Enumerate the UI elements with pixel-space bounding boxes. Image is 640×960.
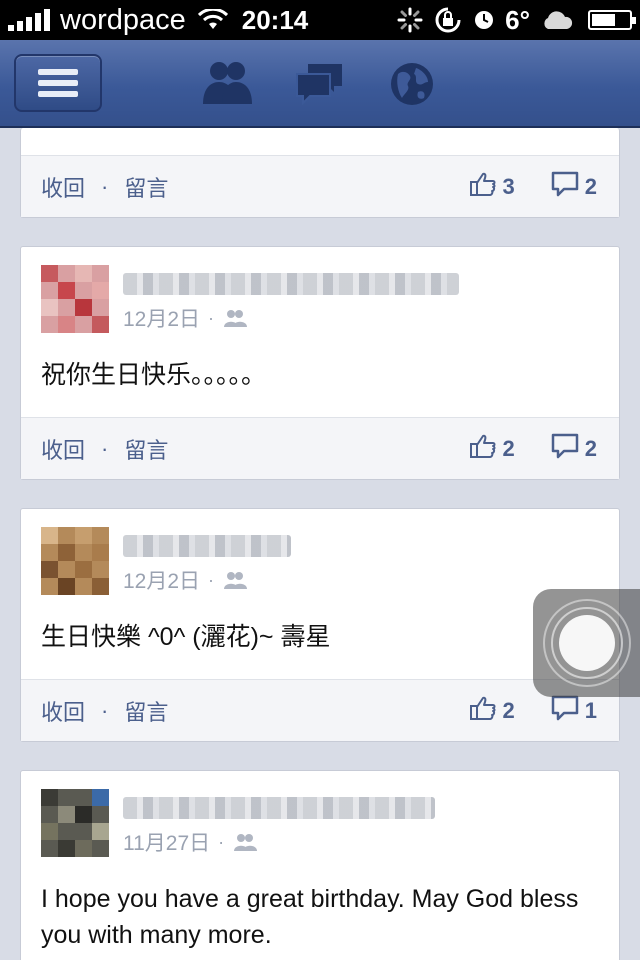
- post-text: I hope you have a great birthday. May Go…: [41, 885, 579, 949]
- messages-button[interactable]: [294, 60, 346, 106]
- status-bar: wordpace 20:14 6°: [0, 0, 640, 40]
- wifi-icon: [197, 9, 228, 29]
- comment-link[interactable]: 留言: [124, 171, 168, 203]
- assistive-touch-button[interactable]: [533, 589, 640, 697]
- author-name-redacted[interactable]: [123, 273, 459, 295]
- avatar[interactable]: [41, 789, 109, 857]
- battery-icon: [588, 10, 636, 30]
- post-header: 11月27日 ·: [41, 789, 601, 859]
- comment-count: 2: [584, 174, 597, 199]
- post-header: 12月2日 ·: [41, 527, 601, 597]
- rotation-lock-icon: [435, 7, 461, 33]
- comment-button[interactable]: [551, 695, 579, 727]
- thumbs-up-icon: [469, 172, 495, 196]
- post-actions-bar: 收回 · 留言 3 2: [21, 155, 619, 217]
- top-navigation-bar: [0, 40, 640, 128]
- author-name-redacted[interactable]: [123, 797, 435, 819]
- hide-link[interactable]: 收回: [41, 433, 85, 465]
- separator-dot: ·: [101, 173, 109, 199]
- thumbs-up-icon: [469, 434, 495, 458]
- like-button[interactable]: [469, 695, 497, 727]
- comment-button[interactable]: [551, 171, 579, 203]
- status-time: 20:14: [241, 4, 309, 35]
- separator-dot: ·: [101, 697, 109, 723]
- post-meta: 12月2日 ·: [123, 303, 248, 333]
- alarm-clock-icon: [475, 11, 494, 29]
- comment-button[interactable]: [551, 433, 579, 465]
- post-actions-bar: 收回 · 留言 2 2: [21, 417, 619, 479]
- post-header: 12月2日 ·: [41, 265, 601, 335]
- weather-temperature: 6°: [505, 4, 530, 35]
- carrier-name: wordpace: [60, 3, 186, 36]
- feed-post-card: 收回 · 留言 3 2: [20, 128, 620, 218]
- activity-spinner-icon: [397, 7, 423, 33]
- post-date[interactable]: 12月2日: [123, 303, 200, 333]
- post-date[interactable]: 12月2日: [123, 565, 200, 595]
- friend-requests-button[interactable]: [198, 60, 256, 106]
- friend-requests-icon: [203, 62, 252, 104]
- separator-dot: ·: [208, 569, 215, 590]
- comment-link[interactable]: 留言: [124, 695, 168, 727]
- comment-count: 2: [584, 436, 597, 461]
- post-date[interactable]: 11月27日: [123, 827, 210, 857]
- assistive-touch-icon: [558, 615, 615, 671]
- comment-bubble-icon: [551, 695, 578, 721]
- like-count: 3: [502, 174, 515, 199]
- avatar[interactable]: [41, 265, 109, 333]
- feed-post-card: 11月27日 · I hope you have a great birthda…: [20, 770, 620, 960]
- comment-count: 1: [584, 698, 597, 723]
- author-name-redacted[interactable]: [123, 535, 291, 557]
- post-meta: 12月2日 ·: [123, 565, 248, 595]
- avatar[interactable]: [41, 527, 109, 595]
- like-button[interactable]: [469, 171, 497, 203]
- post-text: 祝你生日快乐。。。。。: [41, 361, 267, 389]
- hide-link[interactable]: 收回: [41, 695, 85, 727]
- separator-dot: ·: [218, 831, 225, 852]
- comment-bubble-icon: [551, 171, 578, 197]
- post-text: 生日快樂 ^0^ (灑花)~ 壽星: [41, 623, 331, 651]
- signal-strength-icon: [8, 9, 50, 31]
- hide-link[interactable]: 收回: [41, 171, 85, 203]
- feed-post-card: 12月2日 · 生日快樂 ^0^ (灑花)~ 壽星 收回 · 留言 2 1: [20, 508, 620, 742]
- separator-dot: ·: [208, 307, 215, 328]
- thumbs-up-icon: [469, 696, 495, 720]
- hamburger-icon: [38, 69, 78, 75]
- separator-dot: ·: [101, 435, 109, 461]
- post-actions-bar: 收回 · 留言 2 1: [21, 679, 619, 741]
- like-button[interactable]: [469, 433, 497, 465]
- menu-button[interactable]: [14, 54, 102, 112]
- friends-audience-icon: [234, 834, 258, 851]
- friends-audience-icon: [224, 572, 248, 589]
- like-count: 2: [502, 698, 515, 723]
- friends-audience-icon: [224, 310, 248, 327]
- post-meta: 11月27日 ·: [123, 827, 258, 857]
- like-count: 2: [502, 436, 515, 461]
- feed-post-card: 12月2日 · 祝你生日快乐。。。。。 收回 · 留言 2 2: [20, 246, 620, 480]
- messages-icon: [296, 64, 342, 106]
- comment-link[interactable]: 留言: [124, 433, 168, 465]
- notifications-button[interactable]: [388, 60, 436, 108]
- cloud-icon: [544, 11, 573, 29]
- notifications-globe-icon: [391, 63, 433, 105]
- comment-bubble-icon: [551, 433, 578, 459]
